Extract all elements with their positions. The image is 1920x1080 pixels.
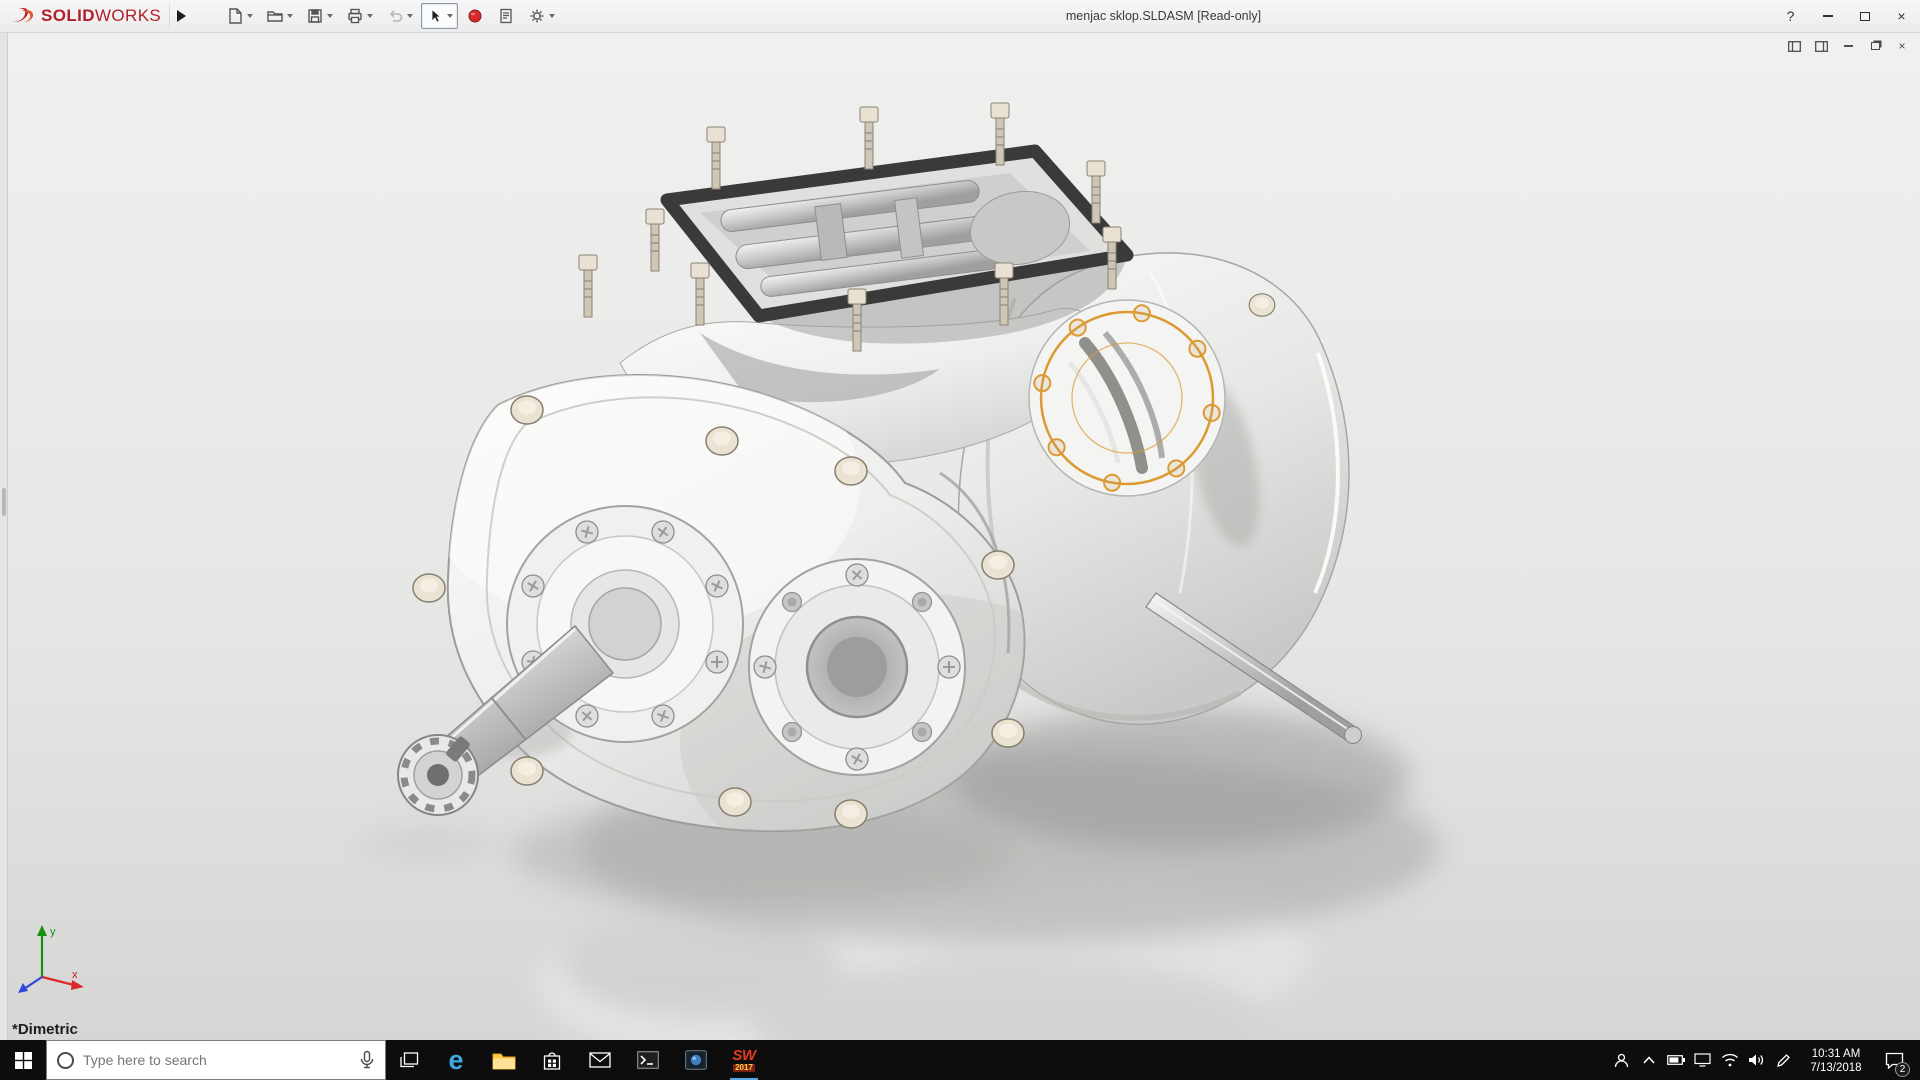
task-view-icon bbox=[400, 1052, 419, 1068]
new-button[interactable] bbox=[221, 3, 258, 29]
help-button[interactable]: ? bbox=[1772, 0, 1809, 32]
mail-icon[interactable] bbox=[576, 1040, 624, 1080]
view-orientation-label: *Dimetric bbox=[12, 1021, 78, 1038]
tile-pane-left-button[interactable] bbox=[1784, 37, 1804, 55]
search-input[interactable] bbox=[83, 1052, 350, 1068]
people-icon[interactable] bbox=[1608, 1040, 1635, 1080]
rebuild-button[interactable] bbox=[461, 3, 489, 29]
clock-time: 10:31 AM bbox=[1811, 1047, 1861, 1060]
menu-expand-button[interactable] bbox=[169, 4, 193, 28]
microphone-icon[interactable] bbox=[359, 1050, 375, 1070]
undo-icon bbox=[390, 10, 403, 22]
doc-minimize-button[interactable] bbox=[1838, 37, 1858, 55]
wifi-icon[interactable] bbox=[1716, 1040, 1743, 1080]
print-icon bbox=[348, 8, 362, 24]
new-document-icon bbox=[229, 8, 242, 24]
document-window-controls: × bbox=[1784, 37, 1912, 55]
open-folder-icon bbox=[267, 11, 283, 22]
dropdown-caret-icon bbox=[287, 14, 294, 18]
doc-restore-icon bbox=[1870, 42, 1880, 50]
maximize-button[interactable] bbox=[1846, 0, 1883, 32]
command-prompt-icon[interactable] bbox=[624, 1040, 672, 1080]
undo-button[interactable] bbox=[381, 3, 418, 29]
title-bar: SOLIDWORKS menjac sklop.SLDASM [Read-onl… bbox=[0, 0, 1920, 33]
system-tray: 10:31 AM 7/13/2018 2 bbox=[1608, 1040, 1920, 1080]
expand-arrow-icon bbox=[177, 10, 187, 22]
dropdown-caret-icon bbox=[447, 14, 454, 18]
document-title: menjac sklop.SLDASM [Read-only] bbox=[1065, 9, 1262, 23]
splitter-handle-icon bbox=[2, 488, 6, 516]
dropdown-caret-icon bbox=[549, 14, 556, 18]
action-center-button[interactable]: 2 bbox=[1875, 1040, 1913, 1080]
save-button[interactable] bbox=[301, 3, 338, 29]
taskbar-clock[interactable]: 10:31 AM 7/13/2018 bbox=[1797, 1046, 1875, 1075]
select-tool-button[interactable] bbox=[421, 3, 459, 29]
pen-icon[interactable] bbox=[1770, 1040, 1797, 1080]
options-gear-icon bbox=[530, 9, 544, 23]
battery-icon[interactable] bbox=[1662, 1040, 1689, 1080]
taskbar-search[interactable] bbox=[46, 1040, 386, 1080]
notification-badge: 2 bbox=[1895, 1062, 1910, 1077]
triad-y-label: y bbox=[50, 926, 56, 938]
print-button[interactable] bbox=[341, 3, 378, 29]
doc-restore-button[interactable] bbox=[1865, 37, 1885, 55]
maximize-icon bbox=[1859, 11, 1870, 21]
volume-icon[interactable] bbox=[1743, 1040, 1770, 1080]
orientation-triad: y x bbox=[14, 919, 92, 1002]
network-icon[interactable] bbox=[1689, 1040, 1716, 1080]
start-button[interactable] bbox=[0, 1040, 46, 1080]
dropdown-caret-icon bbox=[407, 14, 414, 18]
options-button[interactable] bbox=[523, 3, 560, 29]
doc-close-button[interactable]: × bbox=[1892, 37, 1912, 55]
ds-logo-icon bbox=[12, 8, 34, 22]
dropdown-caret-icon bbox=[367, 14, 374, 18]
dropdown-caret-icon bbox=[327, 14, 334, 18]
folder-icon bbox=[492, 1053, 516, 1069]
rebuild-icon bbox=[468, 9, 482, 23]
save-floppy-icon bbox=[308, 9, 322, 23]
solidworks-badge: SW 2017 bbox=[732, 1047, 756, 1072]
file-properties-icon bbox=[500, 8, 512, 24]
select-cursor-icon bbox=[431, 8, 442, 23]
doc-minimize-icon bbox=[1843, 45, 1853, 47]
file-explorer-icon[interactable] bbox=[480, 1040, 528, 1080]
brand-name: SOLIDWORKS bbox=[41, 6, 162, 25]
window-controls: ? × bbox=[1772, 0, 1920, 32]
3d-model-viewport[interactable] bbox=[0, 33, 1920, 1040]
windows-logo-icon bbox=[14, 1051, 32, 1069]
minimize-icon bbox=[1822, 15, 1833, 17]
dropdown-caret-icon bbox=[247, 14, 254, 18]
task-view-button[interactable] bbox=[386, 1040, 432, 1080]
tray-expand-chevron-icon[interactable] bbox=[1635, 1040, 1662, 1080]
graphics-area: × y x *Dimetric bbox=[0, 33, 1920, 1040]
pane-right-icon bbox=[1814, 40, 1828, 52]
windows-taskbar: e SW 2017 bbox=[0, 1040, 1920, 1080]
solidworks-app-icon[interactable]: SW 2017 bbox=[720, 1040, 768, 1080]
open-button[interactable] bbox=[261, 3, 298, 29]
close-button[interactable]: × bbox=[1883, 0, 1920, 32]
standard-toolbar bbox=[221, 3, 560, 29]
file-properties-button[interactable] bbox=[492, 3, 520, 29]
pinned-app-icon[interactable] bbox=[672, 1040, 720, 1080]
clock-date: 7/13/2018 bbox=[1810, 1061, 1862, 1074]
cortana-icon bbox=[57, 1051, 74, 1069]
triad-x-label: x bbox=[72, 969, 78, 981]
store-icon[interactable] bbox=[528, 1040, 576, 1080]
solidworks-logo: SOLIDWORKS bbox=[0, 6, 161, 26]
feature-manager-splitter[interactable] bbox=[0, 33, 8, 1040]
tile-pane-right-button[interactable] bbox=[1811, 37, 1831, 55]
solidworks-window: SOLIDWORKS menjac sklop.SLDASM [Read-onl… bbox=[0, 0, 1920, 1080]
minimize-button[interactable] bbox=[1809, 0, 1846, 32]
pane-left-icon bbox=[1787, 40, 1801, 52]
edge-browser-icon[interactable]: e bbox=[432, 1040, 480, 1080]
